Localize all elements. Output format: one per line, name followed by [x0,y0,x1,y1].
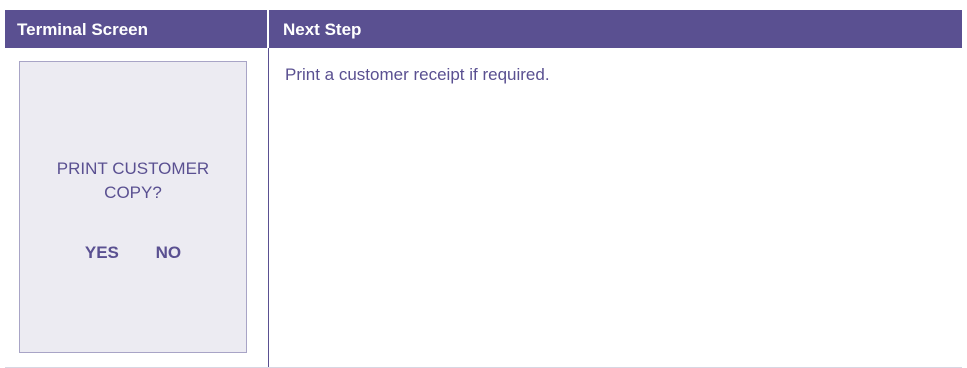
table-header-row: Terminal Screen Next Step [5,10,962,48]
no-option[interactable]: NO [156,243,182,263]
column-divider [268,48,269,368]
terminal-screen-mockup: PRINT CUSTOMER COPY? YES NO [19,61,247,353]
yes-option[interactable]: YES [85,243,119,263]
terminal-prompt-line1: PRINT CUSTOMER [56,159,210,178]
instruction-table: Terminal Screen Next Step PRINT CUSTOMER… [5,10,962,368]
next-step-instruction: Print a customer receipt if required. [285,65,550,84]
header-divider [267,10,269,48]
header-next-step: Next Step [283,20,362,39]
header-terminal-screen: Terminal Screen [17,20,149,39]
terminal-prompt-line2: COPY? [104,183,162,202]
terminal-prompt: PRINT CUSTOMER COPY? [20,157,246,205]
terminal-options: YES NO [20,243,246,263]
